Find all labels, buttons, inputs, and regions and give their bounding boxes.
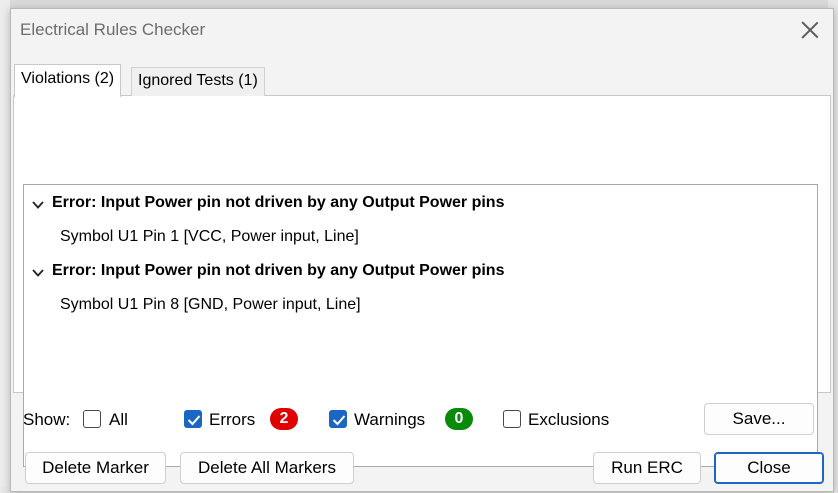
violation-heading: Error: Input Power pin not driven by any…: [52, 262, 505, 279]
violation-heading-row[interactable]: Error: Input Power pin not driven by any…: [24, 262, 817, 284]
title-bar: Electrical Rules Checker: [11, 9, 833, 51]
violation-detail-row[interactable]: Symbol U1 Pin 1 [VCC, Power input, Line]: [24, 228, 817, 250]
all-label[interactable]: All: [109, 410, 128, 430]
close-button[interactable]: Close: [714, 452, 824, 484]
delete-all-markers-button[interactable]: Delete All Markers: [180, 452, 354, 484]
tab-violations[interactable]: Violations (2): [14, 64, 122, 97]
tab-ignored-tests[interactable]: Ignored Tests (1): [131, 67, 265, 96]
delete-marker-button[interactable]: Delete Marker: [25, 452, 166, 484]
violation-detail: Symbol U1 Pin 8 [GND, Power input, Line]: [60, 296, 361, 313]
all-checkbox[interactable]: [83, 410, 101, 428]
violation-detail-row[interactable]: Symbol U1 Pin 8 [GND, Power input, Line]: [24, 296, 817, 318]
run-erc-button[interactable]: Run ERC: [593, 452, 701, 484]
exclusions-checkbox[interactable]: [503, 410, 521, 428]
erc-dialog: Electrical Rules Checker Error: Input Po…: [10, 8, 834, 492]
violation-heading: Error: Input Power pin not driven by any…: [52, 194, 505, 211]
checkmark-icon: [187, 415, 201, 426]
exclusions-label[interactable]: Exclusions: [528, 410, 609, 430]
checkmark-icon: [332, 415, 346, 426]
save-button[interactable]: Save...: [704, 403, 814, 435]
chevron-down-icon[interactable]: [32, 199, 44, 211]
errors-count-badge: 2: [270, 408, 298, 430]
errors-label[interactable]: Errors: [209, 410, 255, 430]
violation-detail: Symbol U1 Pin 1 [VCC, Power input, Line]: [60, 228, 359, 245]
chevron-down-icon[interactable]: [32, 267, 44, 279]
show-label: Show:: [23, 410, 71, 429]
violation-heading-row[interactable]: Error: Input Power pin not driven by any…: [24, 194, 817, 216]
warnings-label[interactable]: Warnings: [354, 410, 425, 430]
window-title: Electrical Rules Checker: [20, 20, 206, 39]
warnings-checkbox[interactable]: [329, 410, 347, 428]
background-window-left: [0, 0, 10, 493]
errors-checkbox[interactable]: [184, 410, 202, 428]
warnings-count-badge: 0: [445, 408, 473, 430]
close-icon[interactable]: [799, 19, 821, 41]
tab-panel: Error: Input Power pin not driven by any…: [13, 95, 831, 467]
